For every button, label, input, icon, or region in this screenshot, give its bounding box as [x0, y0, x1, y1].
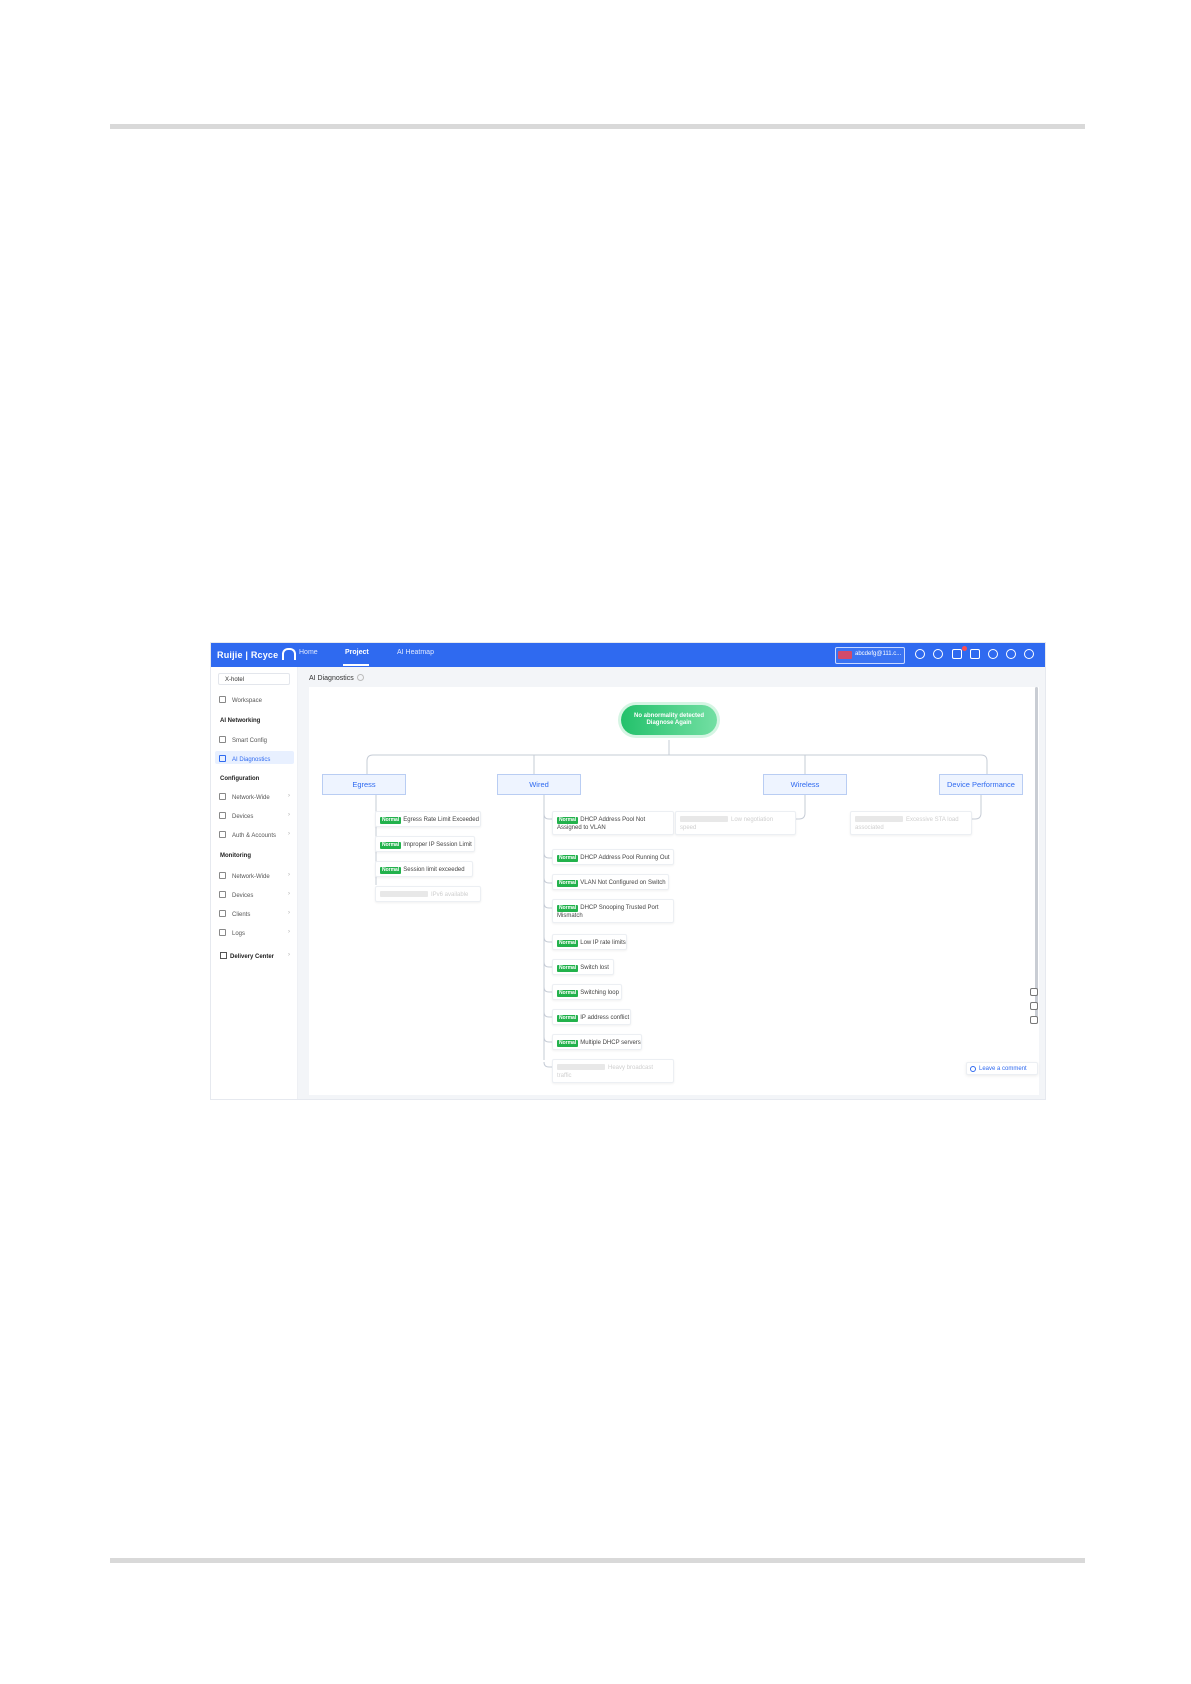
- category-wireless[interactable]: Wireless: [763, 774, 847, 795]
- wired-item[interactable]: Normal IP address conflict: [552, 1009, 631, 1025]
- redacted-status: [680, 816, 728, 822]
- wired-item[interactable]: Normal DHCP Address Pool Not Assigned to V…: [552, 811, 674, 835]
- edit-icon[interactable]: [1030, 1002, 1038, 1010]
- wired-item[interactable]: Normal DHCP Snooping Trusted Port Mismatch: [552, 899, 674, 923]
- category-wired[interactable]: Wired: [497, 774, 581, 795]
- wired-item-pending[interactable]: Heavy broadcast traffic: [552, 1059, 674, 1083]
- status-badge: Normal: [557, 880, 579, 887]
- diagnose-again-button[interactable]: No abnormality detected Diagnose Again: [621, 705, 717, 735]
- status-badge: Normal: [557, 1040, 579, 1047]
- status-badge: Normal: [557, 990, 579, 997]
- comment-icon: [970, 1066, 976, 1072]
- egress-item[interactable]: Normal Session limit exceeded: [375, 861, 473, 877]
- footer-rule: [110, 1558, 1085, 1563]
- category-egress[interactable]: Egress: [322, 774, 406, 795]
- wired-item[interactable]: Normal Switching loop: [552, 984, 622, 1000]
- category-device-performance[interactable]: Device Performance: [939, 774, 1023, 795]
- status-badge: Normal: [557, 940, 579, 947]
- status-badge: Normal: [557, 905, 579, 912]
- status-badge: Normal: [557, 1015, 579, 1022]
- app-screenshot: Ruijie | Rcyce Home Project AI Heatmap a…: [211, 643, 1045, 1099]
- wired-item[interactable]: Normal VLAN Not Configured on Switch: [552, 874, 669, 890]
- clipboard-icon[interactable]: [1030, 1016, 1038, 1024]
- egress-item[interactable]: Normal Improper IP Session Limit: [375, 836, 475, 852]
- status-badge: Normal: [380, 817, 402, 824]
- status-badge: Normal: [557, 817, 579, 824]
- redacted-status: [855, 816, 903, 822]
- leave-comment-button[interactable]: Leave a comment: [966, 1062, 1038, 1075]
- status-badge: Normal: [557, 855, 579, 862]
- wireless-item-pending[interactable]: Low negotiation speed: [675, 811, 796, 835]
- header-rule: [110, 124, 1085, 129]
- redacted-status: [557, 1064, 605, 1070]
- device-performance-item-pending[interactable]: Excessive STA load associated: [850, 811, 972, 835]
- wired-item[interactable]: Normal DHCP Address Pool Running Out: [552, 849, 674, 865]
- wired-item[interactable]: Normal Multiple DHCP servers: [552, 1034, 642, 1050]
- status-badge: Normal: [557, 965, 579, 972]
- chat-icon[interactable]: [1030, 988, 1038, 996]
- wired-item[interactable]: Normal Low IP rate limits: [552, 934, 627, 950]
- status-badge: Normal: [380, 867, 402, 874]
- egress-item[interactable]: Normal Egress Rate Limit Exceeded: [375, 811, 481, 827]
- status-badge: Normal: [380, 842, 402, 849]
- redacted-status: [380, 891, 428, 897]
- egress-item-pending[interactable]: IPv6 available: [375, 886, 481, 902]
- wired-item[interactable]: Normal Switch lost: [552, 959, 614, 975]
